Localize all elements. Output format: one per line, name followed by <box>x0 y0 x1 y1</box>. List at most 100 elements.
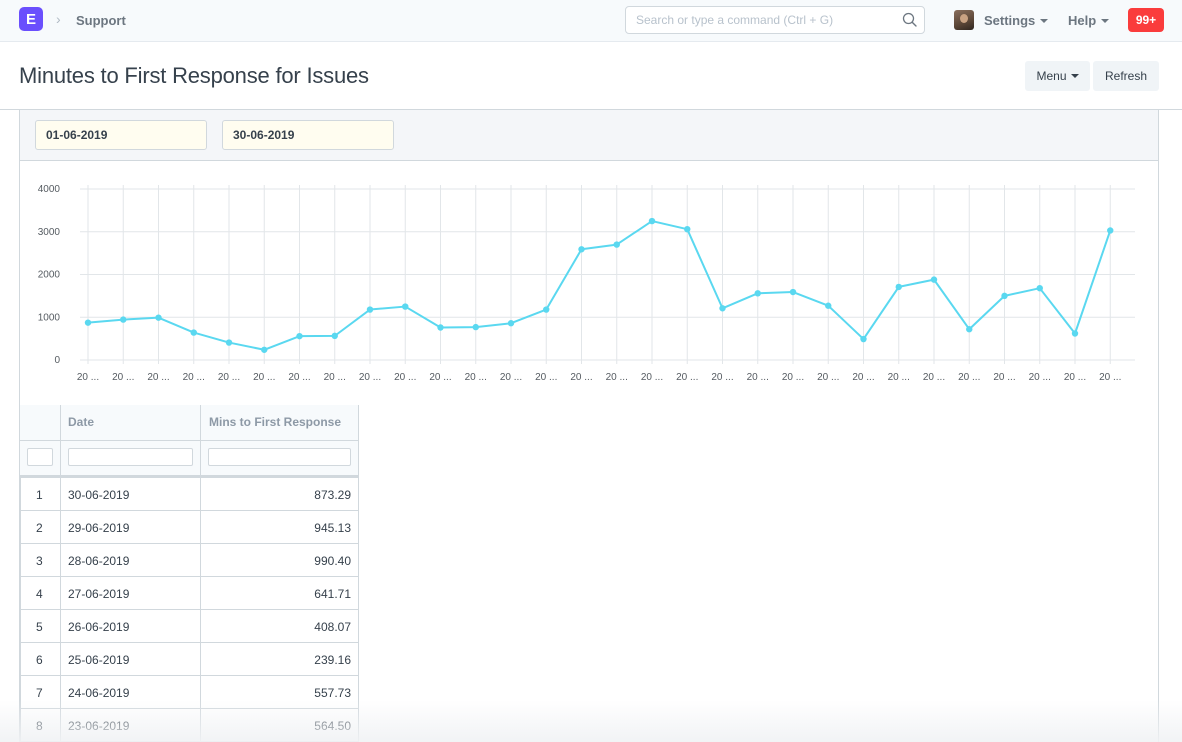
row-date: 23-06-2019 <box>68 719 130 733</box>
data-point <box>366 306 374 313</box>
x-tick-label: 20 ... <box>535 372 557 383</box>
data-point <box>190 329 197 336</box>
x-tick-label: 20 ... <box>253 372 275 383</box>
row-date: 26-06-2019 <box>68 620 130 634</box>
data-point <box>684 225 691 233</box>
index-filter-input[interactable] <box>27 448 53 466</box>
y-tick-label: 2000 <box>38 270 61 281</box>
row-index: 2 <box>36 521 43 535</box>
help-label: Help <box>1068 13 1097 28</box>
data-point <box>331 332 338 340</box>
row-index: 1 <box>36 488 43 502</box>
x-tick-label: 20 ... <box>958 372 980 383</box>
search-icon[interactable] <box>902 12 918 28</box>
breadcrumb-support[interactable]: Support <box>76 13 126 28</box>
y-tick-label: 4000 <box>38 184 61 195</box>
row-mins: 408.07 <box>314 620 351 634</box>
y-tick-label: 3000 <box>38 227 61 238</box>
data-point <box>648 217 656 225</box>
row-date: 28-06-2019 <box>68 554 130 568</box>
table-row[interactable]: 6 25-06-2019 239.16 <box>20 643 359 676</box>
x-tick-label: 20 ... <box>324 372 346 383</box>
column-divider <box>20 478 21 742</box>
refresh-button-label: Refresh <box>1104 69 1148 83</box>
x-tick-label: 20 ... <box>218 372 240 383</box>
table-header: Date Mins to First Response <box>20 405 359 478</box>
header-divider <box>20 440 359 441</box>
row-mins: 945.13 <box>314 521 351 535</box>
page-head: Minutes to First Response for Issues Men… <box>0 42 1182 110</box>
y-tick-label: 1000 <box>38 312 61 323</box>
menu-button-label: Menu <box>1036 69 1067 83</box>
y-tick-label: 0 <box>54 355 60 366</box>
data-point <box>155 314 162 321</box>
row-date: 24-06-2019 <box>68 686 130 700</box>
row-mins: 564.50 <box>314 719 351 733</box>
row-index: 4 <box>36 587 43 601</box>
data-point <box>1001 292 1008 300</box>
table-row[interactable]: 1 30-06-2019 873.29 <box>20 478 359 511</box>
app-logo[interactable]: E <box>19 7 43 31</box>
x-tick-label: 20 ... <box>1029 372 1051 383</box>
data-point <box>578 246 585 253</box>
settings-label: Settings <box>984 13 1036 28</box>
avatar[interactable] <box>954 10 974 30</box>
row-date: 25-06-2019 <box>68 653 130 667</box>
row-index: 3 <box>36 554 43 568</box>
x-tick-label: 20 ... <box>465 372 487 383</box>
series-line <box>87 220 1112 351</box>
mins-filter-input[interactable] <box>208 448 351 466</box>
data-point <box>437 324 444 331</box>
x-tick-label: 20 ... <box>711 372 733 383</box>
search-input[interactable] <box>626 7 896 33</box>
data-point <box>789 288 797 296</box>
data-point <box>825 302 832 309</box>
row-mins: 239.16 <box>314 653 351 667</box>
data-point <box>402 303 409 310</box>
x-tick-label: 20 ... <box>77 372 99 383</box>
data-point <box>1107 227 1114 234</box>
to-date-field[interactable] <box>222 120 394 150</box>
x-tick-label: 20 ... <box>641 372 663 383</box>
filter-bar <box>20 110 1158 161</box>
x-tick-label: 20 ... <box>1064 372 1086 383</box>
x-tick-label: 20 ... <box>993 372 1015 383</box>
column-header-mins[interactable]: Mins to First Response <box>209 415 341 429</box>
row-index: 8 <box>36 719 43 733</box>
data-point <box>472 323 479 331</box>
caret-down-icon <box>1101 18 1110 23</box>
row-date: 30-06-2019 <box>68 488 130 502</box>
row-mins: 990.40 <box>314 554 351 568</box>
data-point <box>613 241 620 248</box>
column-divider <box>358 478 359 742</box>
table-row[interactable]: 2 29-06-2019 945.13 <box>20 511 359 544</box>
table-row[interactable]: 7 24-06-2019 557.73 <box>20 676 359 709</box>
menu-button[interactable]: Menu <box>1025 61 1090 91</box>
column-divider <box>60 478 61 742</box>
data-point <box>895 283 902 291</box>
help-dropdown[interactable]: Help <box>1068 13 1110 28</box>
from-date-field[interactable] <box>35 120 207 150</box>
x-tick-label: 20 ... <box>429 372 451 383</box>
x-tick-label: 20 ... <box>570 372 592 383</box>
table-row[interactable]: 8 23-06-2019 564.50 <box>20 709 359 742</box>
data-point <box>261 346 268 353</box>
refresh-button[interactable]: Refresh <box>1093 61 1159 91</box>
x-tick-label: 20 ... <box>782 372 804 383</box>
table-row[interactable]: 5 26-06-2019 408.07 <box>20 610 359 643</box>
data-point <box>930 276 938 283</box>
date-filter-input[interactable] <box>68 448 193 466</box>
table-row[interactable]: 3 28-06-2019 990.40 <box>20 544 359 577</box>
row-date: 27-06-2019 <box>68 587 130 601</box>
column-header-date[interactable]: Date <box>68 415 94 429</box>
x-tick-label: 20 ... <box>747 372 769 383</box>
settings-dropdown[interactable]: Settings <box>984 13 1049 28</box>
page-title: Minutes to First Response for Issues <box>19 63 369 88</box>
caret-down-icon <box>1040 18 1049 23</box>
x-tick-label: 20 ... <box>112 372 134 383</box>
row-index: 7 <box>36 686 43 700</box>
notification-badge[interactable]: 99+ <box>1128 8 1164 32</box>
x-tick-label: 20 ... <box>1099 372 1121 383</box>
table-row[interactable]: 4 27-06-2019 641.71 <box>20 577 359 610</box>
column-divider <box>200 478 201 742</box>
